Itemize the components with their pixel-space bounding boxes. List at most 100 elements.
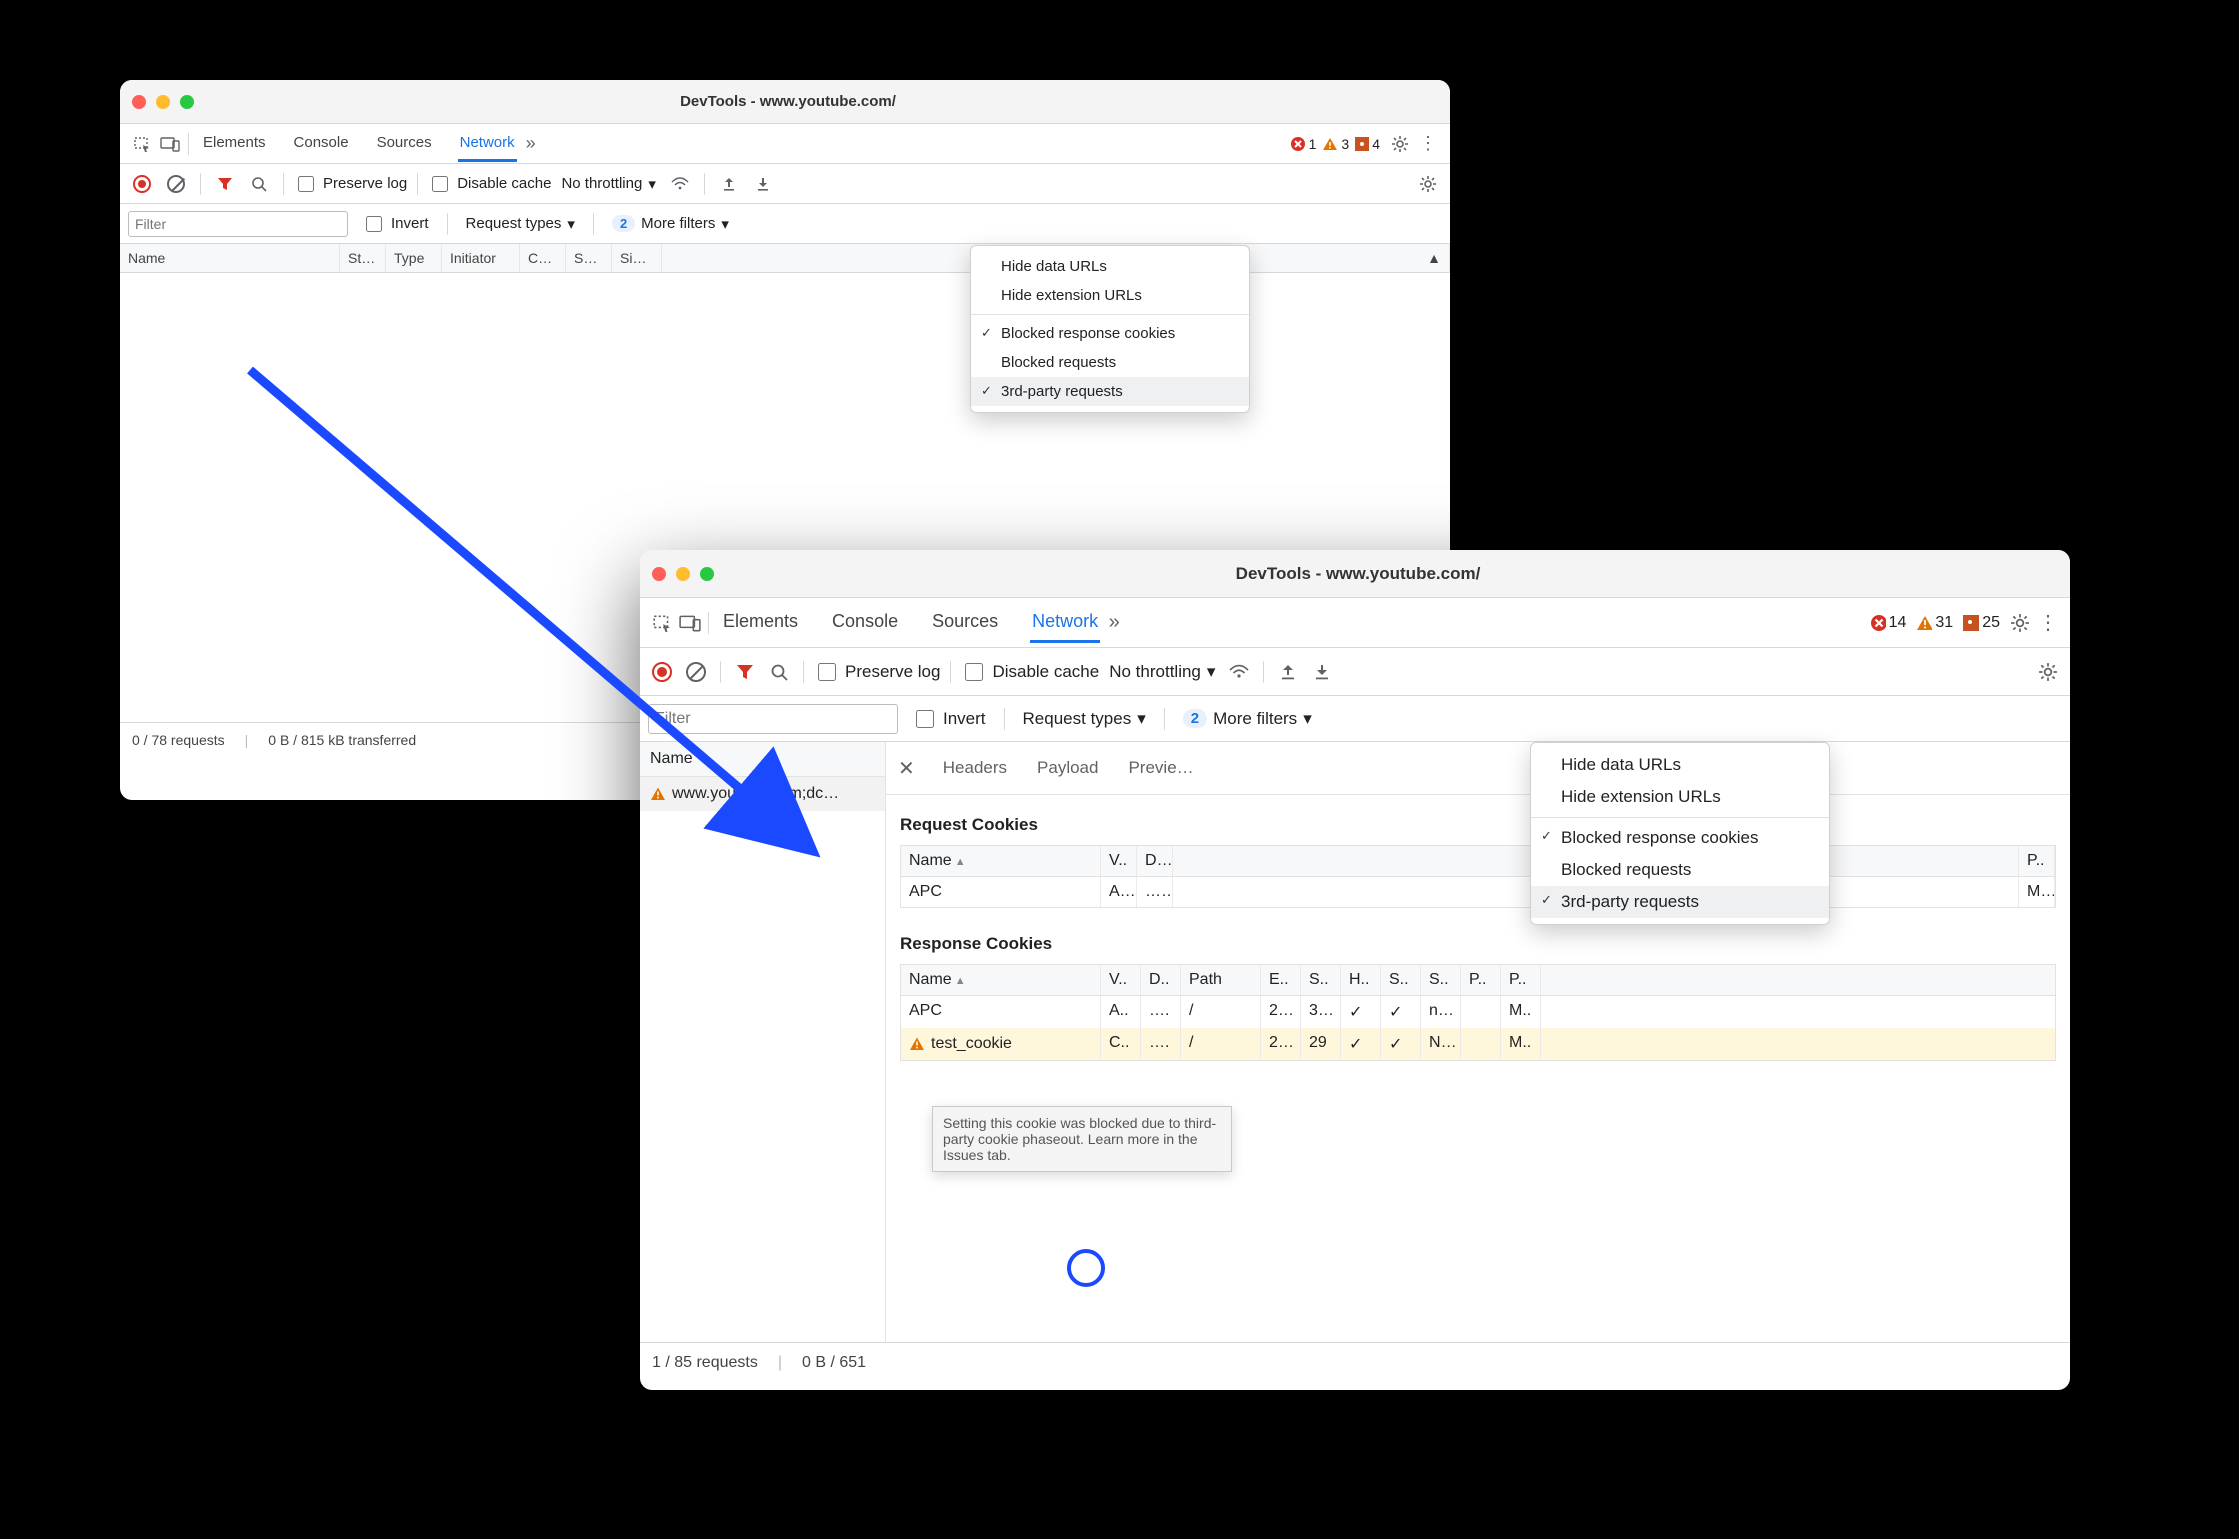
tab-network[interactable]: Network [458, 126, 517, 162]
more-filters-dropdown[interactable]: 2 More filters▾ [1183, 709, 1312, 729]
filter-icon[interactable] [211, 170, 239, 198]
invert-checkbox[interactable]: Invert [362, 213, 429, 235]
menu-blocked-requests[interactable]: Blocked requests [971, 348, 1249, 377]
col-s2[interactable]: S.. [1381, 965, 1421, 995]
col-p[interactable]: P.. [2019, 846, 2055, 876]
col-d[interactable]: D.. [1137, 846, 1173, 876]
filter-input[interactable] [128, 211, 348, 237]
preserve-log-checkbox[interactable]: Preserve log [294, 173, 407, 195]
menu-blocked-requests[interactable]: Blocked requests [1531, 854, 1829, 886]
gear-icon[interactable] [1414, 170, 1442, 198]
col-e[interactable]: E.. [1261, 965, 1301, 995]
col-se[interactable]: Se… [566, 244, 612, 272]
tab-payload[interactable]: Payload [1035, 750, 1100, 786]
tab-elements[interactable]: Elements [721, 603, 800, 643]
inspect-element-icon[interactable] [648, 609, 676, 637]
wifi-icon[interactable] [666, 170, 694, 198]
minimize-window-button[interactable] [156, 95, 170, 109]
close-window-button[interactable] [652, 567, 666, 581]
download-icon[interactable] [749, 170, 777, 198]
col-initiator[interactable]: Initiator [442, 244, 520, 272]
gear-icon[interactable] [2034, 658, 2062, 686]
maximize-window-button[interactable] [700, 567, 714, 581]
request-types-dropdown[interactable]: Request types▾ [1023, 709, 1146, 729]
request-row[interactable]: www.youtube.com;dc… [640, 777, 885, 811]
more-tabs-button[interactable]: » [517, 130, 545, 158]
col-d[interactable]: D.. [1141, 965, 1181, 995]
tab-console[interactable]: Console [292, 126, 351, 162]
menu-hide-data-urls[interactable]: Hide data URLs [1531, 749, 1829, 781]
gear-icon[interactable] [1386, 130, 1414, 158]
warning-count[interactable]: 3 [1322, 136, 1349, 152]
close-window-button[interactable] [132, 95, 146, 109]
clear-button[interactable] [682, 658, 710, 686]
col-v[interactable]: V.. [1101, 965, 1141, 995]
info-count[interactable]: 4 [1355, 136, 1380, 152]
col-name[interactable]: Name▲ [901, 846, 1101, 876]
info-count[interactable]: 25 [1963, 614, 2000, 632]
gear-icon[interactable] [2006, 609, 2034, 637]
table-row-blocked[interactable]: test_cookie C.. …. / 2… 29 ✓ ✓ N… M.. [901, 1028, 2055, 1060]
col-s[interactable]: S.. [1301, 965, 1341, 995]
menu-hide-extension-urls[interactable]: Hide extension URLs [1531, 781, 1829, 813]
upload-icon[interactable] [715, 170, 743, 198]
more-filters-dropdown[interactable]: 2 More filters▾ [612, 215, 729, 233]
col-h[interactable]: H.. [1341, 965, 1381, 995]
table-row[interactable]: APC A.. …. / 2… 3… ✓ ✓ n… M.. [901, 996, 2055, 1028]
disable-cache-checkbox[interactable]: Disable cache [961, 660, 1099, 684]
invert-checkbox[interactable]: Invert [912, 707, 986, 731]
search-icon[interactable] [245, 170, 273, 198]
device-toolbar-icon[interactable] [676, 609, 704, 637]
more-tabs-button[interactable]: » [1100, 609, 1128, 637]
throttling-select[interactable]: No throttling▾ [1105, 660, 1219, 684]
col-path[interactable]: Path [1181, 965, 1261, 995]
menu-blocked-response-cookies[interactable]: Blocked response cookies [1531, 822, 1829, 854]
col-size[interactable]: Siz… [612, 244, 662, 272]
inspect-element-icon[interactable] [128, 130, 156, 158]
tab-network[interactable]: Network [1030, 603, 1100, 643]
menu-blocked-response-cookies[interactable]: Blocked response cookies [971, 319, 1249, 348]
download-icon[interactable] [1308, 658, 1336, 686]
warning-count[interactable]: 31 [1916, 614, 1953, 632]
throttling-select[interactable]: No throttling▾ [557, 173, 659, 195]
record-button[interactable] [128, 170, 156, 198]
filter-icon[interactable] [731, 658, 759, 686]
tab-sources[interactable]: Sources [375, 126, 434, 162]
error-count[interactable]: 1 [1290, 136, 1317, 152]
tab-headers[interactable]: Headers [941, 750, 1009, 786]
upload-icon[interactable] [1274, 658, 1302, 686]
tab-sources[interactable]: Sources [930, 603, 1000, 643]
menu-3rd-party-requests[interactable]: 3rd-party requests [971, 377, 1249, 406]
request-types-dropdown[interactable]: Request types▾ [466, 215, 575, 233]
tab-preview[interactable]: Previe… [1126, 750, 1195, 786]
col-p2[interactable]: P.. [1501, 965, 1541, 995]
close-details-button[interactable]: ✕ [898, 756, 915, 781]
kebab-menu-icon[interactable]: ⋮ [2034, 609, 2062, 637]
device-toolbar-icon[interactable] [156, 130, 184, 158]
minimize-window-button[interactable] [676, 567, 690, 581]
col-v[interactable]: V.. [1101, 846, 1137, 876]
tab-console[interactable]: Console [830, 603, 900, 643]
col-s3[interactable]: S.. [1421, 965, 1461, 995]
record-button[interactable] [648, 658, 676, 686]
search-icon[interactable] [765, 658, 793, 686]
col-name[interactable]: Name [120, 244, 340, 272]
clear-button[interactable] [162, 170, 190, 198]
col-type[interactable]: Type [386, 244, 442, 272]
wifi-icon[interactable] [1225, 658, 1253, 686]
kebab-menu-icon[interactable]: ⋮ [1414, 130, 1442, 158]
menu-hide-extension-urls[interactable]: Hide extension URLs [971, 281, 1249, 310]
disable-cache-checkbox[interactable]: Disable cache [428, 173, 551, 195]
error-count[interactable]: 14 [1870, 614, 1907, 632]
col-name[interactable]: Name▲ [901, 965, 1101, 995]
table-row[interactable]: APC A.. …. M.. [901, 877, 2055, 907]
filter-input[interactable] [648, 704, 898, 734]
tab-elements[interactable]: Elements [201, 126, 268, 162]
menu-hide-data-urls[interactable]: Hide data URLs [971, 252, 1249, 281]
menu-3rd-party-requests[interactable]: 3rd-party requests [1531, 886, 1829, 918]
maximize-window-button[interactable] [180, 95, 194, 109]
col-co[interactable]: Co… [520, 244, 566, 272]
col-status[interactable]: St… [340, 244, 386, 272]
preserve-log-checkbox[interactable]: Preserve log [814, 660, 940, 684]
col-p[interactable]: P.. [1461, 965, 1501, 995]
